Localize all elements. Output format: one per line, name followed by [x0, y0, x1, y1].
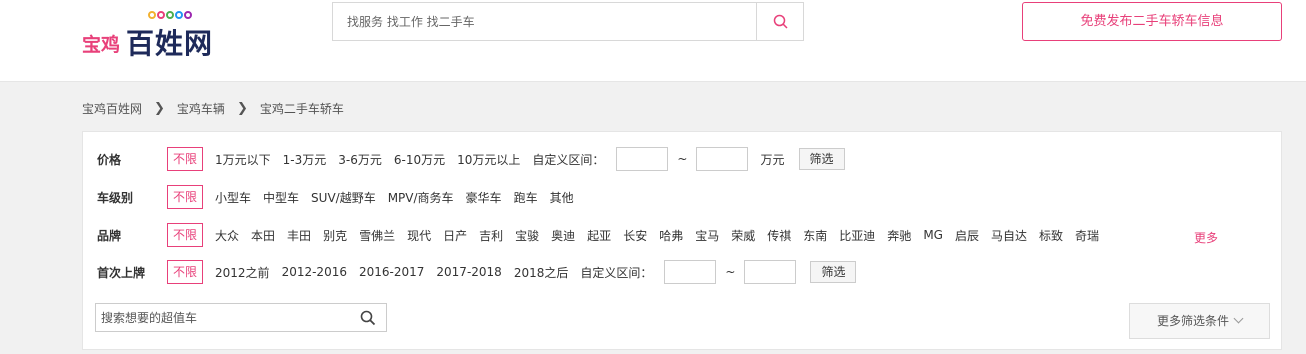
- filter-option[interactable]: 2012-2016: [282, 265, 347, 279]
- chevron-down-icon: [1233, 313, 1244, 324]
- filter-option[interactable]: 豪华车: [466, 189, 502, 206]
- custom-range-label: 自定义区间：: [532, 152, 605, 167]
- logo-dot-icon: [175, 11, 183, 19]
- filter-option[interactable]: 3-6万元: [338, 151, 382, 168]
- header: 宝鸡 百姓网 免费发布二手车轿车信息: [0, 0, 1306, 82]
- price-unit: 万元: [760, 152, 785, 167]
- logo-brand: 百姓网: [126, 27, 214, 60]
- filter-option[interactable]: 标致: [1039, 227, 1063, 244]
- filter-option[interactable]: 奇瑞: [1075, 227, 1099, 244]
- breadcrumb-item[interactable]: 宝鸡车辆: [177, 100, 225, 117]
- chevron-right-icon: ❯: [236, 100, 248, 116]
- logo-dot-icon: [166, 11, 174, 19]
- logo-dot-icon: [157, 11, 165, 19]
- breadcrumb: 宝鸡百姓网 ❯ 宝鸡车辆 ❯ 宝鸡二手车轿车: [82, 99, 344, 117]
- filter-option[interactable]: 别克: [323, 227, 347, 244]
- filter-option[interactable]: 2018之后: [514, 264, 569, 281]
- logo-city: 宝鸡: [82, 34, 121, 56]
- more-filters-button[interactable]: 更多筛选条件: [1129, 303, 1270, 339]
- filter-option[interactable]: 比亚迪: [839, 227, 875, 244]
- filter-label: 价格: [97, 152, 122, 167]
- logo-dots-icon: [148, 8, 193, 20]
- publish-button[interactable]: 免费发布二手车轿车信息: [1022, 2, 1282, 41]
- search-icon[interactable]: [360, 310, 376, 326]
- year-filter-button[interactable]: 筛选: [810, 261, 857, 283]
- price-min-input[interactable]: [616, 147, 669, 171]
- filter-label: 品牌: [97, 228, 122, 243]
- more-filters-label: 更多筛选条件: [1156, 314, 1229, 328]
- filter-panel: 价格 不限 1万元以下 1-3万元 3-6万元 6-10万元 10万元以上 自定…: [82, 131, 1282, 350]
- breadcrumb-item[interactable]: 宝鸡百姓网: [82, 100, 142, 117]
- filter-option[interactable]: 奥迪: [551, 227, 575, 244]
- top-search-button[interactable]: [756, 3, 803, 40]
- filter-option[interactable]: 2012之前: [215, 264, 270, 281]
- filter-option[interactable]: 1-3万元: [283, 151, 327, 168]
- filter-option[interactable]: 本田: [251, 227, 275, 244]
- filter-option[interactable]: 中型车: [263, 189, 299, 206]
- filter-option[interactable]: 传祺: [767, 227, 791, 244]
- filter-option[interactable]: 起亚: [587, 227, 611, 244]
- filter-row-price: 价格 不限 1万元以下 1-3万元 3-6万元 6-10万元 10万元以上 自定…: [97, 146, 845, 172]
- price-max-input[interactable]: [696, 147, 749, 171]
- filter-option[interactable]: 长安: [623, 227, 647, 244]
- car-search-input[interactable]: [96, 304, 351, 331]
- filter-option-nolimit[interactable]: 不限: [167, 260, 204, 284]
- filter-option[interactable]: 2017-2018: [436, 265, 501, 279]
- filter-option[interactable]: SUV/越野车: [311, 189, 376, 206]
- filter-option[interactable]: 荣威: [731, 227, 755, 244]
- filter-option[interactable]: 宝马: [695, 227, 719, 244]
- filter-option-nolimit[interactable]: 不限: [167, 147, 204, 171]
- filter-row-brand: 品牌 不限 大众 本田 丰田 别克 雪佛兰 现代 日产 吉利 宝骏 奥迪 起亚 长安 哈弗 宝马 荣威 传祺东…: [97, 222, 1105, 248]
- filter-row-first-registration: 首次上牌 不限 2012之前 2012-2016 2016-2017 2017-…: [97, 259, 857, 285]
- filter-row-level: 车级别 不限 小型车 中型车 SUV/越野车 MPV/商务车 豪华车 跑车 其他: [97, 184, 580, 210]
- search-icon: [773, 14, 788, 29]
- chevron-right-icon: ❯: [154, 100, 165, 116]
- car-search-box: [95, 303, 387, 332]
- filter-label: 首次上牌: [97, 265, 146, 280]
- range-separator: ~: [725, 265, 736, 279]
- filter-option-nolimit[interactable]: 不限: [167, 223, 204, 247]
- filter-option[interactable]: 马自达: [991, 227, 1027, 244]
- filter-option[interactable]: 其他: [550, 189, 574, 206]
- custom-range-label: 自定义区间：: [580, 265, 653, 280]
- filter-option[interactable]: 跑车: [514, 189, 538, 206]
- top-search-box: [332, 2, 804, 41]
- filter-label: 车级别: [97, 190, 134, 205]
- brand-more-link[interactable]: 更多: [1194, 229, 1218, 246]
- site-logo[interactable]: 宝鸡 百姓网: [82, 8, 224, 60]
- filter-option-nolimit[interactable]: 不限: [167, 185, 204, 209]
- breadcrumb-item[interactable]: 宝鸡二手车轿车: [260, 100, 344, 117]
- filter-option[interactable]: 6-10万元: [394, 151, 445, 168]
- filter-option[interactable]: 2016-2017: [359, 265, 424, 279]
- filter-option[interactable]: 日产: [443, 227, 467, 244]
- filter-option[interactable]: 哈弗: [659, 227, 683, 244]
- logo-dot-icon: [148, 11, 156, 19]
- year-min-input[interactable]: [664, 260, 717, 284]
- filter-option[interactable]: MPV/商务车: [388, 189, 454, 206]
- filter-option[interactable]: 吉利: [479, 227, 503, 244]
- filter-option[interactable]: 东南: [803, 227, 827, 244]
- top-search-input[interactable]: [333, 3, 757, 40]
- filter-option[interactable]: 启辰: [955, 227, 979, 244]
- price-filter-button[interactable]: 筛选: [798, 148, 845, 170]
- filter-option[interactable]: 现代: [407, 227, 431, 244]
- filter-option[interactable]: 奔驰: [887, 227, 911, 244]
- filter-option[interactable]: 丰田: [287, 227, 311, 244]
- logo-dot-icon: [184, 11, 192, 19]
- year-max-input[interactable]: [744, 260, 797, 284]
- filter-option[interactable]: 10万元以上: [457, 151, 520, 168]
- filter-option[interactable]: 大众: [215, 227, 239, 244]
- filter-option[interactable]: 宝骏: [515, 227, 539, 244]
- range-separator: ~: [677, 152, 688, 166]
- filter-option[interactable]: 小型车: [215, 189, 251, 206]
- filter-option[interactable]: MG: [923, 228, 943, 242]
- filter-option[interactable]: 雪佛兰: [359, 227, 395, 244]
- filter-option[interactable]: 1万元以下: [215, 151, 271, 168]
